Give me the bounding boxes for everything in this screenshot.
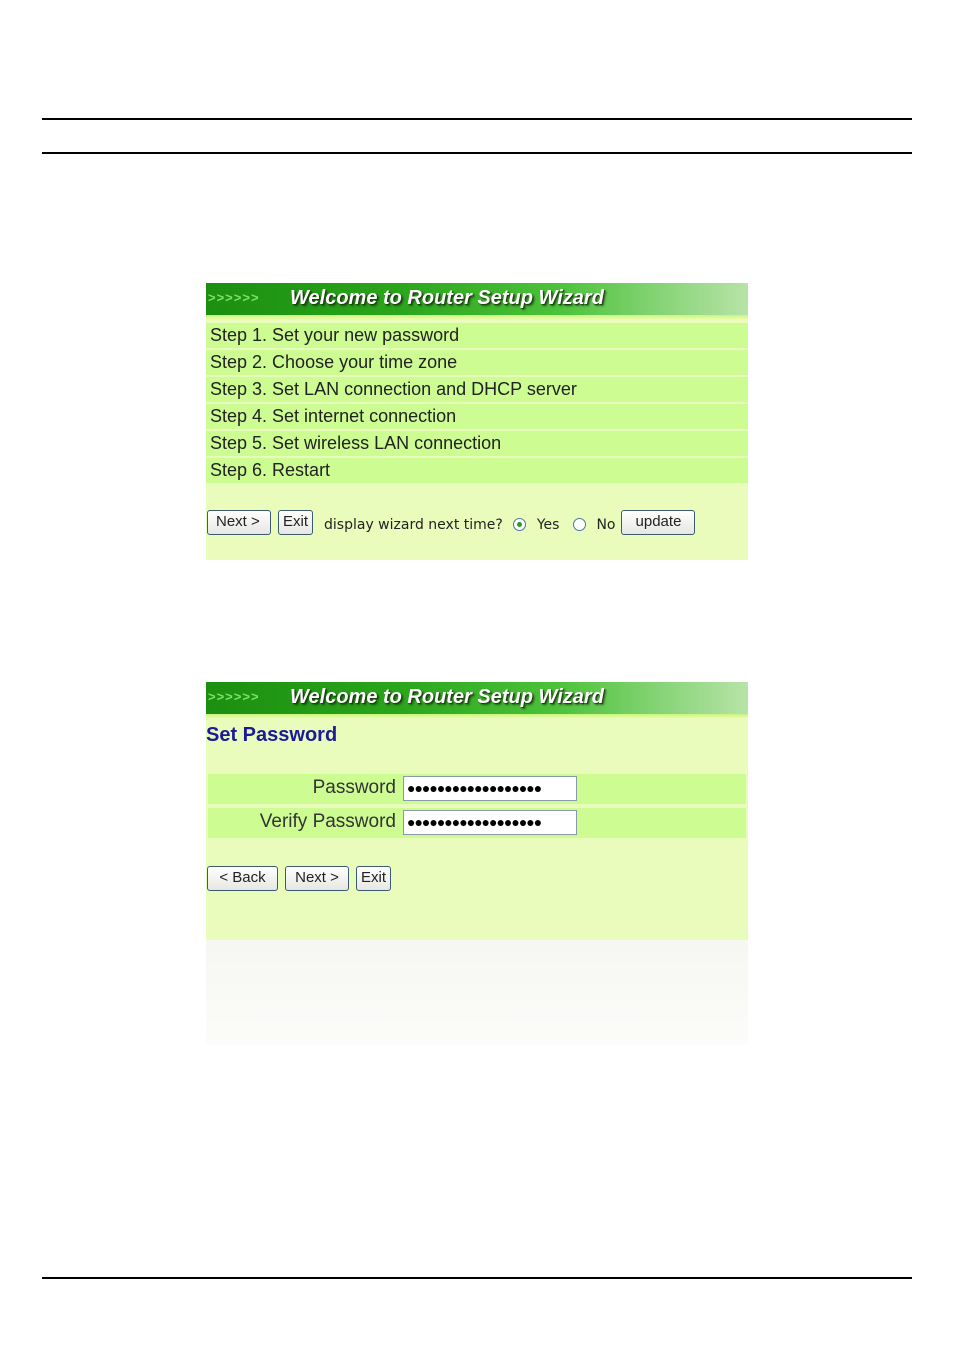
next-button[interactable]: Next > xyxy=(285,866,349,891)
banner-title: Welcome to Router Setup Wizard xyxy=(290,686,604,708)
verify-password-row: Verify Password ●●●●●●●●●●●●●●●●●● xyxy=(208,808,746,838)
back-button[interactable]: < Back xyxy=(207,866,278,891)
step-item: Step 4. Set internet connection xyxy=(206,404,748,429)
header-rule-top xyxy=(42,118,912,120)
set-password-panel: >>>>>> Welcome to Router Setup Wizard Se… xyxy=(206,682,748,940)
wizard-controls: < Back Next > Exit xyxy=(207,866,392,891)
step-item: Step 2. Choose your time zone xyxy=(206,350,748,375)
radio-yes[interactable] xyxy=(512,517,526,531)
chevrons-icon: >>>>>> xyxy=(208,290,260,305)
wizard-controls: Next > Exit display wizard next time? Ye… xyxy=(207,510,696,535)
header-rule-bottom xyxy=(42,152,912,154)
radio-no[interactable] xyxy=(573,517,587,531)
footer-rule xyxy=(42,1277,912,1279)
radio-yes-label: Yes xyxy=(536,516,560,533)
exit-button[interactable]: Exit xyxy=(356,866,392,891)
step-item: Step 1. Set your new password xyxy=(206,323,748,348)
display-wizard-prompt: display wizard next time? xyxy=(324,516,503,533)
next-button[interactable]: Next > xyxy=(207,510,271,535)
step-item: Step 5. Set wireless LAN connection xyxy=(206,431,748,456)
setup-wizard-welcome-panel: >>>>>> Welcome to Router Setup Wizard St… xyxy=(206,283,748,560)
password-row: Password ●●●●●●●●●●●●●●●●●● xyxy=(208,774,746,804)
steps-list: Step 1. Set your new password Step 2. Ch… xyxy=(206,319,748,483)
verify-password-input[interactable]: ●●●●●●●●●●●●●●●●●● xyxy=(403,810,577,835)
update-button[interactable]: update xyxy=(621,510,696,535)
section-title: Set Password xyxy=(206,724,338,746)
verify-password-label: Verify Password xyxy=(259,811,396,832)
banner-title: Welcome to Router Setup Wizard xyxy=(290,287,604,309)
password-input[interactable]: ●●●●●●●●●●●●●●●●●● xyxy=(403,776,577,801)
step-item: Step 3. Set LAN connection and DHCP serv… xyxy=(206,377,748,402)
chevrons-icon: >>>>>> xyxy=(208,689,260,704)
wizard-banner: >>>>>> Welcome to Router Setup Wizard xyxy=(206,682,748,718)
step-item: Step 6. Restart xyxy=(206,458,748,483)
panel-bottom-area xyxy=(206,940,748,1045)
radio-no-label: No xyxy=(596,516,616,533)
password-label: Password xyxy=(312,777,396,798)
exit-button[interactable]: Exit xyxy=(278,510,314,535)
wizard-banner: >>>>>> Welcome to Router Setup Wizard xyxy=(206,283,748,319)
